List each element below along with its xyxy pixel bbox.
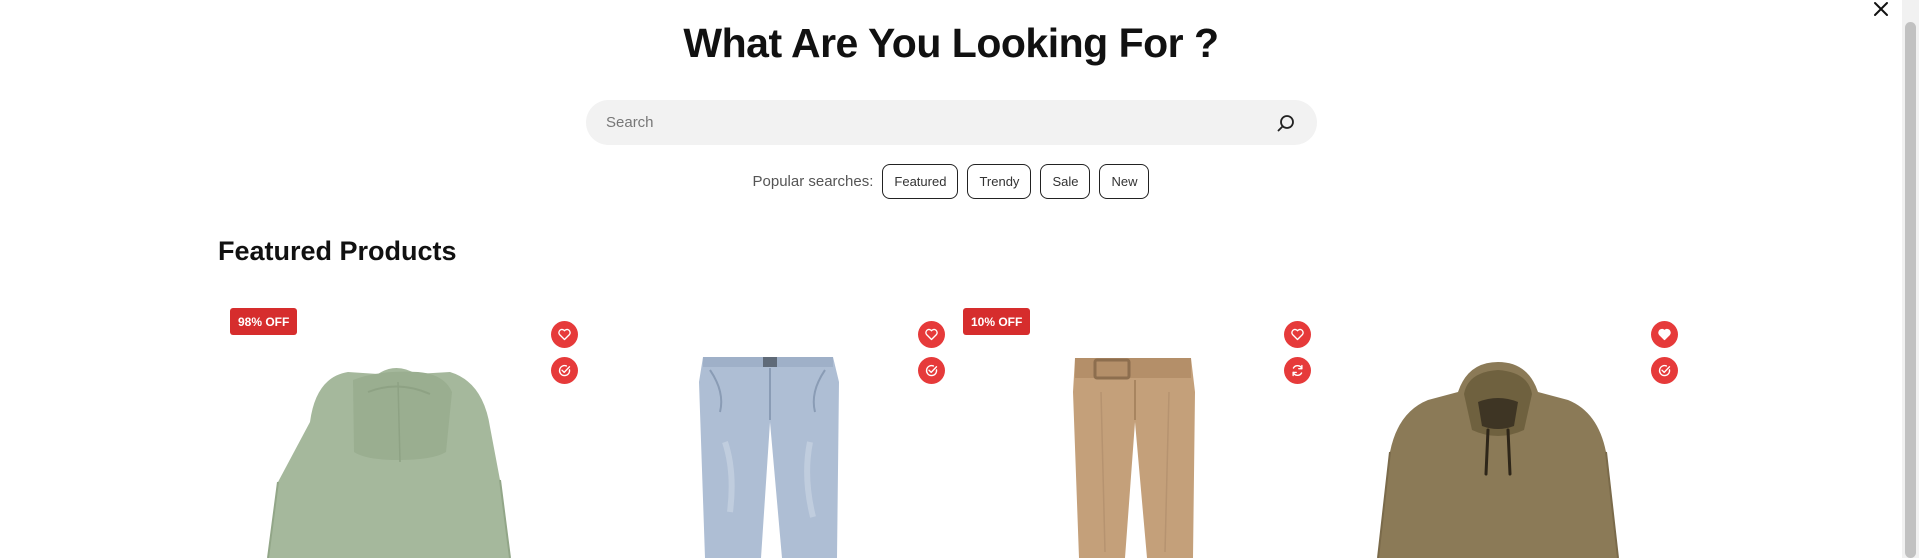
product-card[interactable]: 10% OFF <box>951 302 1311 558</box>
tag-trendy[interactable]: Trendy <box>967 164 1032 199</box>
refresh-icon <box>1292 364 1303 377</box>
tag-new[interactable]: New <box>1099 164 1150 199</box>
search-icon <box>1277 114 1294 131</box>
heart-outline-icon <box>558 328 571 341</box>
heart-outline-icon <box>1291 328 1304 341</box>
tag-sale[interactable]: Sale <box>1040 164 1091 199</box>
product-card[interactable]: 98% OFF <box>218 302 578 558</box>
wishlist-button[interactable] <box>551 321 578 348</box>
wishlist-button[interactable] <box>918 321 945 348</box>
check-circle-icon <box>1658 364 1671 377</box>
popular-searches: Popular searches: Featured Trendy Sale N… <box>0 164 1902 199</box>
search-button[interactable] <box>1275 112 1297 134</box>
product-card[interactable] <box>1318 302 1678 558</box>
modal-title: What Are You Looking For ? <box>683 20 1219 66</box>
wishlist-button-active[interactable] <box>1651 321 1678 348</box>
compare-button[interactable] <box>1651 357 1678 384</box>
scrollbar[interactable] <box>1902 0 1919 558</box>
product-image[interactable] <box>1318 302 1678 558</box>
compare-button[interactable] <box>918 357 945 384</box>
section-title: Featured Products <box>218 236 457 266</box>
popular-searches-label: Popular searches: <box>752 173 874 190</box>
check-circle-icon <box>558 364 571 377</box>
compare-button[interactable] <box>1284 357 1311 384</box>
check-circle-icon <box>925 364 938 377</box>
search-input[interactable] <box>606 114 1275 131</box>
product-card[interactable] <box>585 302 945 558</box>
compare-button[interactable] <box>551 357 578 384</box>
discount-badge: 10% OFF <box>963 308 1031 335</box>
product-image[interactable] <box>951 302 1311 558</box>
heart-outline-icon <box>925 328 938 341</box>
close-button[interactable] <box>1868 0 1894 18</box>
product-image[interactable] <box>218 302 578 558</box>
tag-featured[interactable]: Featured <box>882 164 959 199</box>
search-bar <box>586 100 1317 145</box>
close-icon <box>1874 2 1888 16</box>
product-image[interactable] <box>585 302 945 558</box>
discount-badge: 98% OFF <box>230 308 298 335</box>
wishlist-button[interactable] <box>1284 321 1311 348</box>
heart-filled-icon <box>1658 328 1671 341</box>
scrollbar-thumb[interactable] <box>1905 22 1916 558</box>
